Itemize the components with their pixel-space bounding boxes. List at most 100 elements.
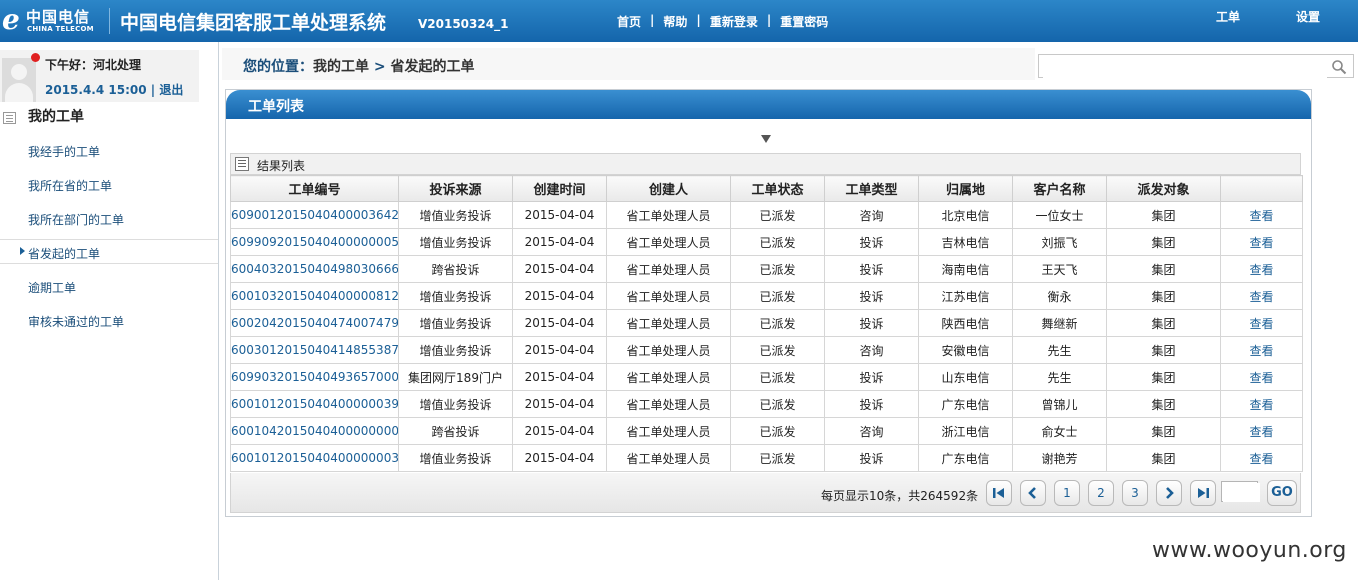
table-cell: 2015-04-04 <box>512 336 607 364</box>
table-cell: 已派发 <box>730 336 825 364</box>
last-page-button[interactable] <box>1190 480 1216 506</box>
page-1-button[interactable]: 1 <box>1054 480 1080 506</box>
table-cell: 吉林电信 <box>918 228 1013 256</box>
table-row: 60010120150404000000399 增值业务投诉 2015-04-04 省… <box>230 390 1303 418</box>
table-cell: 浙江电信 <box>918 417 1013 445</box>
user-line-separator: | <box>150 83 156 97</box>
column-header: 创建时间 <box>512 175 607 202</box>
results-list-icon <box>235 157 249 171</box>
table-cell: 集团 <box>1106 309 1221 337</box>
header-menu-settings[interactable]: 设置 <box>1296 8 1320 25</box>
logo-text-cn: 中国电信 <box>26 8 91 26</box>
table-cell: 已派发 <box>730 417 825 445</box>
view-link[interactable]: 查看 <box>1220 336 1303 364</box>
view-link[interactable]: 查看 <box>1220 309 1303 337</box>
column-header: 创建人 <box>606 175 731 202</box>
table-cell: 投诉 <box>824 255 919 283</box>
view-link[interactable]: 查看 <box>1220 417 1303 445</box>
view-link[interactable]: 查看 <box>1220 390 1303 418</box>
table-cell: 投诉 <box>824 390 919 418</box>
view-link[interactable]: 查看 <box>1220 255 1303 283</box>
page-3-button[interactable]: 3 <box>1122 480 1148 506</box>
sidebar-item-overdue[interactable]: 逾期工单 <box>28 279 76 296</box>
table-cell: 衡永 <box>1012 282 1107 310</box>
view-link[interactable]: 查看 <box>1220 444 1303 472</box>
column-header <box>1220 175 1303 202</box>
table-cell: 已派发 <box>730 444 825 472</box>
column-header: 工单状态 <box>730 175 825 202</box>
table-row: 60010320150404000008121 增值业务投诉 2015-04-04 省… <box>230 282 1303 310</box>
column-header: 投诉来源 <box>398 175 513 202</box>
sidebar-item-review-rejected[interactable]: 审核未通过的工单 <box>28 313 124 330</box>
list-icon <box>3 112 16 124</box>
table-cell: 投诉 <box>824 363 919 391</box>
system-title: 中国电信集团客服工单处理系统 <box>120 12 387 34</box>
logout-link[interactable]: 退出 <box>159 83 183 97</box>
search-input[interactable] <box>1043 56 1327 78</box>
table-cell: 广东电信 <box>918 444 1013 472</box>
sidebar-item-handled[interactable]: 我经手的工单 <box>28 143 100 160</box>
view-link[interactable]: 查看 <box>1220 201 1303 229</box>
breadcrumb-root[interactable]: 我的工单 <box>313 59 369 75</box>
table-cell: 陕西电信 <box>918 309 1013 337</box>
column-header: 工单编号 <box>230 175 399 202</box>
logo-text-en: CHINA TELECOM <box>27 25 94 33</box>
page-number-field <box>1221 481 1260 502</box>
active-arrow-icon <box>20 247 25 255</box>
table-cell: 省工单处理人员 <box>606 255 731 283</box>
page-number-input[interactable] <box>1223 483 1260 502</box>
view-link[interactable]: 查看 <box>1220 363 1303 391</box>
header-menu-ticket[interactable]: 工单 <box>1216 8 1240 25</box>
breadcrumb-separator: > <box>369 59 391 75</box>
table-cell: 省工单处理人员 <box>606 417 731 445</box>
breadcrumb-label: 您的位置： <box>243 59 313 75</box>
table-cell: 增值业务投诉 <box>398 444 513 472</box>
table-cell: 舞继新 <box>1012 309 1107 337</box>
prev-page-button[interactable] <box>1020 480 1046 506</box>
table-row: 60900120150404000036427 增值业务投诉 2015-04-04 省… <box>230 201 1303 229</box>
table-header-row: 工单编号 投诉来源 创建时间 创建人 工单状态 工单类型 归属地 客户名称 派发对象 <box>230 175 1303 202</box>
column-header: 工单类型 <box>824 175 919 202</box>
nav-help-link[interactable]: 帮助 <box>663 13 687 30</box>
notification-dot-icon <box>31 53 40 62</box>
avatar <box>2 58 36 102</box>
next-page-button[interactable] <box>1156 480 1182 506</box>
page-2-button[interactable]: 2 <box>1088 480 1114 506</box>
ticket-id-cell: 60010120150404000000399 <box>230 390 399 418</box>
sidebar-item-my-department[interactable]: 我所在部门的工单 <box>28 211 124 228</box>
table-cell: 2015-04-04 <box>512 417 607 445</box>
view-link[interactable]: 查看 <box>1220 282 1303 310</box>
sidebar-item-province-initiated[interactable]: 省发起的工单 <box>0 239 218 264</box>
table-cell: 投诉 <box>824 228 919 256</box>
nav-relogin-link[interactable]: 重新登录 <box>710 13 758 30</box>
table-cell: 谢艳芳 <box>1012 444 1107 472</box>
table-cell: 海南电信 <box>918 255 1013 283</box>
go-button[interactable]: GO <box>1267 480 1297 506</box>
table-row: 60030120150404148553877 增值业务投诉 2015-04-04 省… <box>230 336 1303 364</box>
table-cell: 省工单处理人员 <box>606 444 731 472</box>
table-cell: 省工单处理人员 <box>606 282 731 310</box>
collapse-toggle-icon[interactable] <box>761 135 771 143</box>
table-cell: 江苏电信 <box>918 282 1013 310</box>
nav-separator: | <box>696 13 701 27</box>
china-telecom-logo: e 中国电信 CHINA TELECOM <box>2 5 104 37</box>
search-icon[interactable] <box>1331 59 1347 75</box>
table-cell: 已派发 <box>730 201 825 229</box>
sidebar-item-my-province[interactable]: 我所在省的工单 <box>28 177 112 194</box>
nav-reset-password-link[interactable]: 重置密码 <box>780 13 828 30</box>
top-header: e 中国电信 CHINA TELECOM 中国电信集团客服工单处理系统 V201… <box>0 0 1358 42</box>
nav-home-link[interactable]: 首页 <box>617 13 641 30</box>
first-page-button[interactable] <box>986 480 1012 506</box>
table-cell: 省工单处理人员 <box>606 309 731 337</box>
table-cell: 增值业务投诉 <box>398 336 513 364</box>
column-header: 派发对象 <box>1106 175 1221 202</box>
table-cell: 2015-04-04 <box>512 363 607 391</box>
table-cell: 咨询 <box>824 201 919 229</box>
table-cell: 集团 <box>1106 228 1221 256</box>
ticket-id-cell: 60010420150404000000002 <box>230 417 399 445</box>
chevron-left-icon <box>1028 487 1036 499</box>
user-greeting: 下午好：河北处理 <box>45 58 142 72</box>
last-page-icon <box>1198 488 1209 498</box>
table-row: 60990320150404936570000 集团网厅189门户 2015-04-… <box>230 363 1303 391</box>
view-link[interactable]: 查看 <box>1220 228 1303 256</box>
